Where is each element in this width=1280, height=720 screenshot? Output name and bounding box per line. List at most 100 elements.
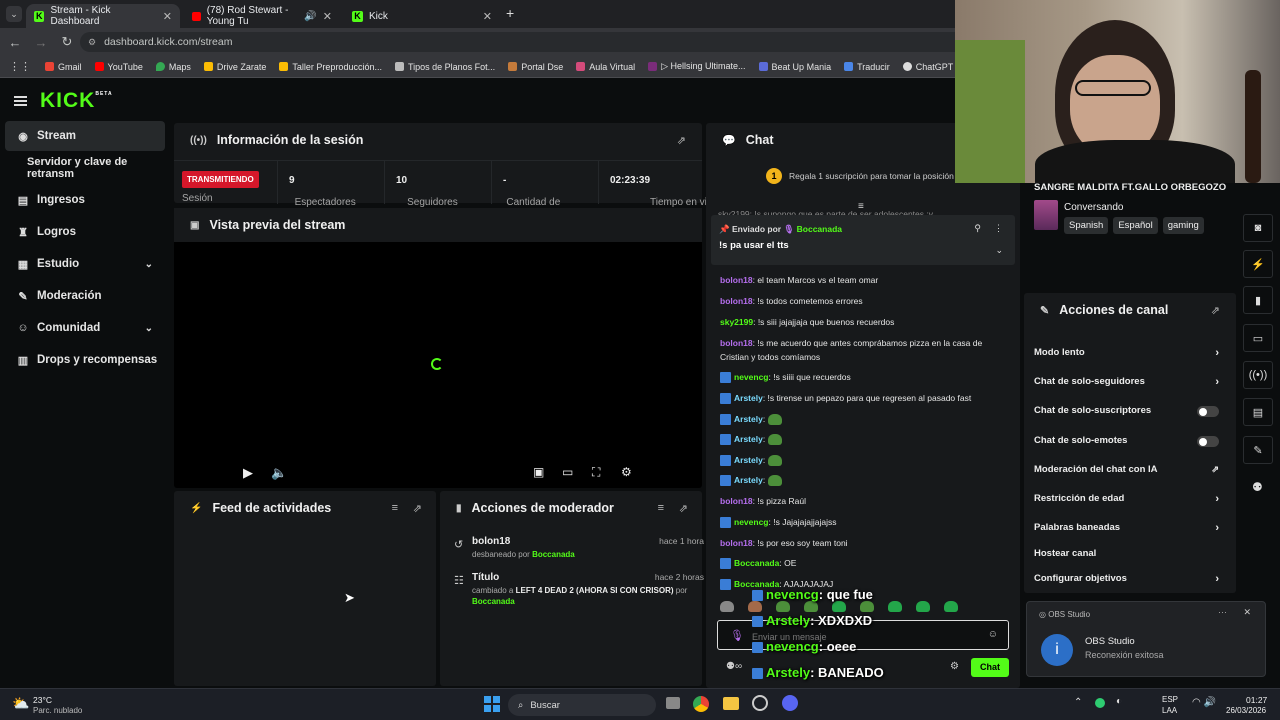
tab-youtube[interactable]: (78) Rod Stewart - Young Tu 🔊 ✕ [184,4,340,28]
sidebar-item-comunidad[interactable]: ☺ Comunidad ⌄ [5,313,165,343]
action-age-restriction[interactable]: Restricción de edad › [1034,493,1219,505]
chat-settings-icon[interactable]: ⚙ [950,661,959,672]
menu-icon[interactable] [14,96,27,106]
sub-promo[interactable]: 1 Regala 1 suscripción para tomar la pos… [766,168,954,184]
kick-logo[interactable]: KICKBETA [40,89,113,113]
tab-stream-dashboard[interactable]: K Stream - Kick Dashboard ✕ [26,4,180,28]
chat-username[interactable]: bolon18 [720,538,753,548]
settings-gear-icon[interactable]: ⚙ [621,465,632,479]
chat-username[interactable]: bolon18 [720,275,753,285]
emote-icon[interactable] [776,601,790,612]
reload-icon[interactable]: ↻ [54,34,80,50]
pause-scroll-icon[interactable]: ≡ [858,201,864,212]
emote-icon[interactable] [748,601,762,612]
rail-chat-icon[interactable]: ▭ [1243,324,1273,352]
chat-username[interactable]: Arstely [734,434,763,444]
chrome-icon[interactable] [693,696,709,712]
sidebar-item-stream[interactable]: ◉ Stream [5,121,165,151]
close-tab-icon[interactable]: ✕ [483,10,492,23]
more-options-icon[interactable]: ⋮ [994,223,1003,234]
close-icon[interactable]: ✕ [1243,607,1251,618]
emote-icon[interactable] [832,601,846,612]
category-thumbnail[interactable] [1034,200,1058,230]
more-options-icon[interactable]: ··· [1218,607,1227,617]
action-banned-words[interactable]: Palabras baneadas › [1034,522,1219,534]
bookmark-drive[interactable]: Drive Zarate [203,62,266,72]
theater-icon[interactable]: ▭ [562,465,573,479]
action-followers-only[interactable]: Chat de solo-seguidores › [1034,376,1219,388]
bookmark-portal[interactable]: Portal Dse [508,62,563,72]
apps-grid-icon[interactable]: ⋮⋮ [9,60,31,73]
emotes-only-toggle[interactable] [1197,436,1219,447]
emote-icon[interactable] [860,601,874,612]
close-tab-icon[interactable]: ✕ [163,10,172,23]
site-info-icon[interactable]: ⚙ [88,37,96,48]
taskbar-search[interactable]: ⌕ Buscar [508,694,656,716]
bookmark-planos[interactable]: Tipos de Planos Fot... [394,62,495,72]
bookmark-maps[interactable]: Maps [155,62,191,72]
rail-camera-icon[interactable]: ◙ [1243,214,1273,242]
popout-icon[interactable]: ⇗ [1211,304,1220,317]
chat-username[interactable]: nevencg [734,517,769,527]
bookmark-hellsing[interactable]: ▷ Hellsing Ultimate... [648,61,746,72]
speaker-icon[interactable]: 🔊 [304,11,316,22]
emote-icon[interactable] [720,601,734,612]
new-tab-icon[interactable]: + [506,5,514,21]
rail-more-icon[interactable]: ⚉ [1252,480,1263,494]
chat-username[interactable]: nevencg [734,372,769,382]
chat-username[interactable]: Arstely [734,455,763,465]
sidebar-item-moderacion[interactable]: ✎ Moderación [5,281,165,311]
wifi-volume-icon[interactable]: ◠ 🔊 [1192,697,1216,708]
sidebar-item-ingresos[interactable]: ▤ Ingresos [5,185,165,215]
close-tab-icon[interactable]: ✕ [323,10,332,23]
rail-lightning-icon[interactable]: ⚡ [1243,250,1273,278]
start-button[interactable] [484,696,500,712]
chevron-down-icon[interactable]: ⌄ [995,245,1003,256]
emote-icon[interactable] [916,601,930,612]
rail-mod-icon[interactable]: ▤ [1243,398,1273,426]
filter-icon[interactable]: ≡ [392,502,398,514]
sidebar-item-drops[interactable]: ▥ Drops y recompensas [5,345,165,375]
rail-broadcast-icon[interactable]: ((•)) [1243,361,1273,389]
popout-icon[interactable]: ⇗ [679,502,688,515]
unpin-icon[interactable]: ⚲ [974,223,981,234]
obs-taskbar-icon[interactable] [752,695,768,711]
chat-username[interactable]: bolon18 [720,338,753,348]
emote-icon[interactable] [944,601,958,612]
fullscreen-icon[interactable]: ⛶ [592,465,600,480]
sidebar-item-server-key[interactable]: Servidor y clave de retransm [5,153,165,183]
weather-icon[interactable]: ⛅ [12,695,29,712]
chat-username[interactable]: bolon18 [720,496,753,506]
obs-notification[interactable]: ◎ OBS Studio ··· ✕ i OBS Studio Reconexi… [1026,601,1266,677]
chat-username[interactable]: bolon18 [720,296,753,306]
emoji-icon[interactable]: ☺ [988,629,998,640]
action-host-channel[interactable]: Hostear canal [1034,548,1219,559]
discord-icon[interactable] [782,695,798,711]
tab-search-icon[interactable]: ⌄ [6,6,22,22]
bookmark-youtube[interactable]: YouTube [94,62,143,72]
sidebar-item-logros[interactable]: ♜ Logros [5,217,165,247]
volume-icon[interactable]: 🔈 [271,465,287,481]
tray-mic-icon[interactable]: ◐ [1116,696,1122,707]
emote-icon[interactable] [888,601,902,612]
popout-icon[interactable]: ⇗ [677,134,686,147]
tray-expand-icon[interactable]: ⌃ [1074,697,1082,708]
action-slow-mode[interactable]: Modo lento › [1034,347,1219,359]
rail-document-icon[interactable]: ▮ [1243,286,1273,314]
bookmark-aula[interactable]: Aula Virtual [576,62,635,72]
rail-wrench-icon[interactable]: ✎ [1243,436,1273,464]
play-icon[interactable]: ▶ [243,465,253,481]
bookmark-beatup[interactable]: Beat Up Mania [758,62,831,72]
chat-username[interactable]: sky2199 [720,317,753,327]
bookmark-traducir[interactable]: Traducir [844,62,890,72]
sidebar-item-estudio[interactable]: ▦ Estudio ⌄ [5,249,165,279]
file-explorer-icon[interactable] [723,697,739,710]
bookmark-chatgpt[interactable]: ChatGPT [902,62,953,72]
tray-app-icon[interactable] [1095,698,1105,708]
chat-username[interactable]: Arstely [734,475,763,485]
chat-tools-icon[interactable]: ⚉∞ [726,661,742,672]
action-goals[interactable]: Configurar objetivos › [1034,573,1219,585]
bookmark-gmail[interactable]: Gmail [45,62,82,72]
chat-username[interactable]: Arstely [734,393,763,403]
tab-kick[interactable]: K Kick ✕ [344,4,500,28]
